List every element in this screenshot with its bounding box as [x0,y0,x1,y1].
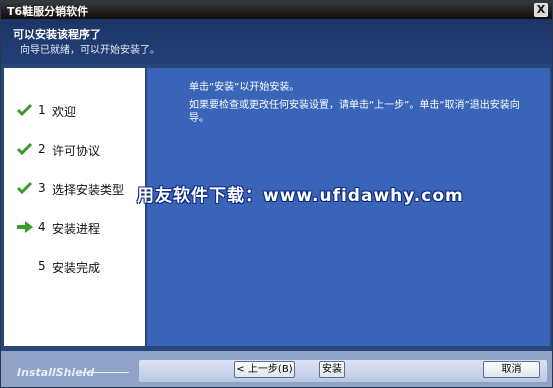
cancel-button[interactable]: 取消 [483,361,540,378]
checkmark-icon [16,142,33,156]
content-line-1: 单击“安装”以开始安装。 [189,82,300,93]
content-line-3: 导。 [189,113,209,124]
footer-divider [79,372,129,373]
installer-window: T6鞋服分销软件 X 可以安装该程序了 向导已就绪，可以开始安装了。 1 欢迎 … [0,0,553,388]
step-number: 5 [38,259,46,273]
close-button[interactable]: X [534,3,548,17]
content-line-2: 如果要检查或更改任何安装设置，请单击“上一步”。单击“取消”退出安装向 [189,100,520,111]
wizard-header: 可以安装该程序了 向导已就绪，可以开始安装了。 [1,19,552,64]
step-label: 许可协议 [52,144,101,158]
title-bar[interactable]: T6鞋服分销软件 X [1,1,552,19]
step-label: 欢迎 [52,105,77,119]
step-number: 4 [38,220,46,234]
back-button[interactable]: < 上一步(B) [234,361,295,378]
step-label: 安装完成 [52,261,101,275]
step-number: 3 [38,181,46,195]
steps-panel: 1 欢迎 2 许可协议 3 选择安装类型 4 安装进程 5 安装完成 [4,68,145,346]
checkmark-icon [16,181,33,195]
step-number: 1 [38,103,46,117]
step-label: 选择安装类型 [52,183,125,197]
header-subtitle: 向导已就绪，可以开始安装了。 [20,45,160,56]
footer-bar: InstallShield < 上一步(B) 安装 取消 [1,351,552,387]
step-label: 安装进程 [52,222,101,236]
step-number: 2 [38,142,46,156]
arrow-right-icon [17,221,33,233]
checkmark-icon [16,103,33,117]
window-title: T6鞋服分销软件 [7,5,89,18]
watermark-text: 用友软件下载：www.ufidawhy.com [137,186,464,206]
install-button[interactable]: 安装 [319,361,345,378]
header-title: 可以安装该程序了 [13,28,101,41]
content-area: 单击“安装”以开始安装。 如果要检查或更改任何安装设置，请单击“上一步”。单击“… [147,68,550,346]
